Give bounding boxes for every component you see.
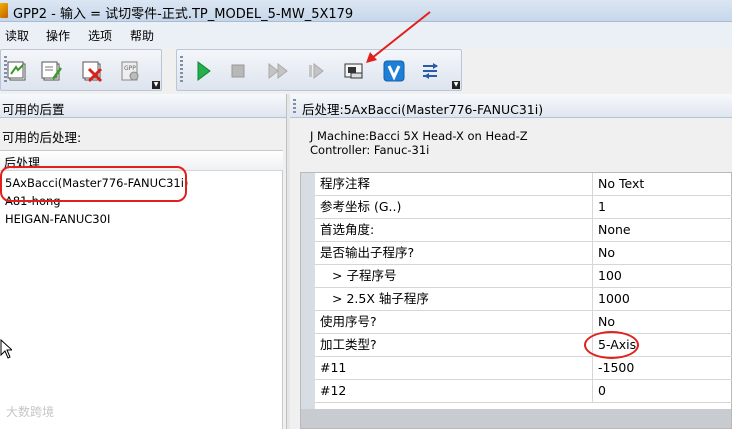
- watermark: 大数跨境: [6, 405, 55, 419]
- right-panel: J Machine:Bacci 5X Head-X on Head-Z Cont…: [290, 119, 732, 429]
- file-toolbar: GPP ▼: [0, 49, 162, 91]
- fast-forward-icon[interactable]: [265, 58, 291, 84]
- property-value[interactable]: 1000: [594, 288, 732, 310]
- window-title: GPP2 - 输入 = 试切零件-正式.TP_MODEL_5-MW_5X179: [13, 7, 354, 22]
- property-value[interactable]: 0: [594, 380, 732, 402]
- property-value[interactable]: No Text: [594, 173, 732, 195]
- table-row[interactable]: #11 -1500: [315, 357, 732, 380]
- table-row[interactable]: > 2.5X 轴子程序 1000: [315, 288, 732, 311]
- menu-help[interactable]: 帮助: [130, 27, 154, 44]
- property-value[interactable]: No: [594, 242, 732, 264]
- available-posts-label: 可用的后处理:: [2, 130, 82, 145]
- property-name: #12: [315, 380, 593, 402]
- machine-line: J Machine:Bacci 5X Head-X on Head-Z: [310, 129, 528, 143]
- property-name: 加工类型?: [315, 334, 593, 356]
- machine-info: J Machine:Bacci 5X Head-X on Head-Z Cont…: [310, 129, 528, 157]
- table-row[interactable]: #12 0: [315, 380, 732, 403]
- property-name: 程序注释: [315, 173, 593, 195]
- property-value[interactable]: 1: [594, 196, 732, 218]
- property-name: #11: [315, 357, 593, 379]
- table-row[interactable]: 参考坐标 (G..) 1: [315, 196, 732, 219]
- menu-operate[interactable]: 操作: [46, 27, 70, 44]
- table-row[interactable]: 使用序号? No: [315, 311, 732, 334]
- property-value[interactable]: None: [594, 219, 732, 241]
- right-panel-header: 后处理:5AxBacci(Master776-FANUC31i): [290, 94, 732, 118]
- gpp-icon[interactable]: GPP: [117, 58, 143, 84]
- property-value[interactable]: No: [594, 311, 732, 333]
- list-item[interactable]: HEIGAN-FANUC30I: [5, 212, 110, 226]
- app-icon: [0, 3, 8, 18]
- toolbar-grip[interactable]: [180, 56, 183, 84]
- property-name: > 2.5X 轴子程序: [315, 288, 593, 310]
- stop-icon[interactable]: [225, 58, 251, 84]
- toolbar-overflow-icon[interactable]: ▼: [152, 81, 160, 89]
- table-row[interactable]: 加工类型? 5-Axis: [315, 334, 732, 357]
- step-icon[interactable]: [303, 58, 329, 84]
- panel-grip[interactable]: [293, 99, 296, 113]
- right-panel-title: 后处理:5AxBacci(Master776-FANUC31i): [302, 102, 544, 117]
- property-name: 首选角度:: [315, 219, 593, 241]
- property-name: > 子程序号: [315, 265, 593, 287]
- highlight-ellipse: [584, 331, 639, 359]
- property-name: 参考坐标 (G..): [315, 196, 593, 218]
- menu-options[interactable]: 选项: [88, 27, 112, 44]
- toolbar-overflow-icon[interactable]: ▼: [452, 81, 460, 89]
- property-value[interactable]: -1500: [594, 357, 732, 379]
- edit-post-icon[interactable]: [39, 58, 65, 84]
- svg-text:GPP: GPP: [124, 65, 136, 72]
- left-panel-title: 可用的后置: [2, 102, 65, 117]
- menu-read[interactable]: 读取: [5, 27, 29, 44]
- table-row[interactable]: > 子程序号 100: [315, 265, 732, 288]
- highlight-ellipse: [0, 166, 187, 202]
- table-row[interactable]: 程序注释 No Text: [315, 173, 732, 196]
- delete-post-icon[interactable]: [80, 58, 106, 84]
- grid-gutter: [301, 173, 315, 409]
- play-icon[interactable]: [190, 58, 216, 84]
- left-panel-header: 可用的后置: [0, 94, 286, 118]
- controller-line: Controller: Fanuc-31i: [310, 143, 430, 157]
- property-grid: 程序注释 No Text 参考坐标 (G..) 1 首选角度: None 是否输…: [300, 172, 732, 429]
- load-post-icon[interactable]: [5, 58, 31, 84]
- property-name: 是否输出子程序?: [315, 242, 593, 264]
- annotation-arrow-icon: [366, 11, 431, 63]
- mouse-cursor-icon: [0, 339, 12, 359]
- grid-description-bar: [301, 409, 731, 428]
- property-value[interactable]: 100: [594, 265, 732, 287]
- table-row[interactable]: 是否输出子程序? No: [315, 242, 732, 265]
- table-row[interactable]: 首选角度: None: [315, 219, 732, 242]
- property-name: 使用序号?: [315, 311, 593, 333]
